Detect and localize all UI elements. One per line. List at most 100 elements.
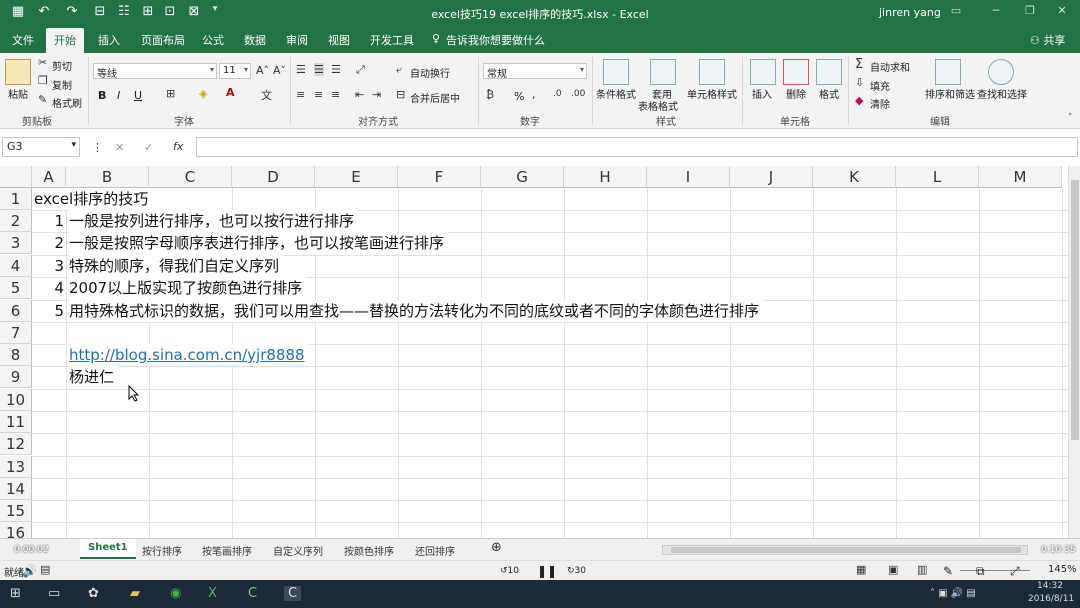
browser-icon[interactable]: ◉ bbox=[170, 586, 181, 601]
row-header[interactable]: 14 bbox=[0, 478, 32, 500]
zoom-level[interactable]: 145% bbox=[1048, 564, 1077, 575]
enter-icon[interactable]: ✓ bbox=[144, 141, 153, 154]
app-icon[interactable]: ✿ bbox=[88, 586, 99, 601]
currency-icon[interactable]: ₿ bbox=[486, 88, 494, 101]
fill-button[interactable]: 填充 bbox=[870, 78, 890, 93]
insert-cells-button[interactable]: 插入 bbox=[752, 86, 772, 101]
forward-button[interactable]: ↻30 bbox=[567, 566, 586, 576]
cell-a1[interactable]: excel排序的技巧 bbox=[34, 188, 153, 210]
italic-button[interactable]: I bbox=[117, 89, 120, 102]
sheet-tab[interactable]: 还回排序 bbox=[415, 543, 455, 558]
row-header[interactable]: 12 bbox=[0, 433, 32, 455]
format-cells-icon[interactable] bbox=[816, 59, 842, 85]
align-middle-icon[interactable]: ☰ bbox=[314, 63, 324, 76]
task-view-icon[interactable]: ▭ bbox=[48, 586, 60, 601]
add-sheet-icon[interactable]: ⊕ bbox=[491, 540, 502, 555]
conditional-format-button[interactable]: 条件格式 bbox=[596, 86, 636, 101]
phonetic-icon[interactable]: 文 bbox=[261, 87, 272, 103]
format-table-icon[interactable] bbox=[650, 59, 676, 85]
decrease-font-icon[interactable]: A˅ bbox=[273, 64, 286, 77]
tab-formulas[interactable]: 公式 bbox=[202, 32, 224, 48]
page-layout-view-icon[interactable]: ▣ bbox=[888, 563, 898, 576]
row-header[interactable]: 10 bbox=[0, 389, 32, 411]
autosum-button[interactable]: 自动求和 bbox=[870, 59, 910, 74]
row-header[interactable]: 5 bbox=[0, 277, 32, 299]
magnifier-icon[interactable] bbox=[988, 59, 1014, 85]
tab-page-layout[interactable]: 页面布局 bbox=[141, 32, 185, 48]
picture-in-picture-icon[interactable]: ⧉ bbox=[976, 564, 985, 579]
row-header[interactable]: 11 bbox=[0, 411, 32, 433]
close-icon[interactable]: ✕ bbox=[1052, 4, 1072, 17]
column-header[interactable]: I bbox=[647, 166, 730, 188]
column-header[interactable]: F bbox=[398, 166, 481, 188]
sheet-tab-sheet1[interactable]: Sheet1 bbox=[80, 539, 136, 559]
windows-start-icon[interactable]: ⊞ bbox=[10, 586, 21, 601]
percent-button[interactable]: % bbox=[514, 90, 524, 103]
underline-button[interactable]: U bbox=[134, 89, 142, 102]
macro-record-icon[interactable]: ▤ bbox=[40, 563, 50, 576]
column-header[interactable]: B bbox=[66, 166, 149, 188]
conditional-format-icon[interactable] bbox=[603, 59, 629, 85]
tab-developer[interactable]: 开发工具 bbox=[370, 32, 414, 48]
copy-button[interactable]: 复制 bbox=[52, 77, 72, 92]
align-center-icon[interactable]: ≡ bbox=[314, 88, 323, 101]
cell-b2[interactable]: 一般是按列进行排序，也可以按行进行排序 bbox=[69, 210, 359, 232]
row-header[interactable]: 3 bbox=[0, 232, 32, 254]
sort-filter-button[interactable]: 排序和筛选 bbox=[925, 86, 975, 101]
cell-a5[interactable]: 4 bbox=[34, 277, 64, 299]
decrease-decimal-icon[interactable]: .00 bbox=[571, 89, 585, 99]
sort-filter-icon[interactable] bbox=[935, 59, 961, 85]
maximize-icon[interactable]: ❐ bbox=[1020, 4, 1040, 17]
fullscreen-icon[interactable]: ⤢ bbox=[1010, 564, 1020, 579]
collapse-ribbon-icon[interactable]: ˄ bbox=[1068, 113, 1073, 123]
column-header[interactable]: J bbox=[730, 166, 813, 188]
pen-icon[interactable]: ✎ bbox=[943, 564, 953, 578]
row-header[interactable]: 6 bbox=[0, 300, 32, 322]
align-left-icon[interactable]: ≡ bbox=[296, 88, 305, 101]
cell-b6[interactable]: 用特殊格式标识的数据，我们可以用查找——替换的方法转化为不同的底纹或者不同的字体… bbox=[69, 300, 764, 322]
cell-styles-icon[interactable] bbox=[699, 59, 725, 85]
font-color-icon[interactable]: A bbox=[226, 86, 235, 99]
paste-icon[interactable] bbox=[5, 59, 31, 85]
borders-icon[interactable]: ⊞ bbox=[166, 87, 175, 100]
page-break-view-icon[interactable]: ▥ bbox=[917, 563, 927, 576]
camtasia-recorder-icon[interactable]: C bbox=[284, 586, 302, 601]
column-header[interactable]: H bbox=[564, 166, 647, 188]
increase-indent-icon[interactable]: ⇥ bbox=[372, 88, 381, 101]
insert-function-icon[interactable]: fx bbox=[173, 140, 183, 153]
column-header[interactable]: A bbox=[32, 166, 66, 188]
number-format-combo[interactable]: 常规 ▾ bbox=[483, 63, 587, 80]
cell-a4[interactable]: 3 bbox=[34, 255, 64, 277]
column-header[interactable]: G bbox=[481, 166, 564, 188]
sheet-tab[interactable]: 按笔画排序 bbox=[202, 543, 252, 558]
wrap-text-button[interactable]: 自动换行 bbox=[410, 65, 450, 80]
vertical-scrollbar[interactable] bbox=[1068, 166, 1080, 538]
comma-style-icon[interactable]: , bbox=[532, 88, 536, 101]
select-all-corner[interactable] bbox=[0, 166, 32, 188]
align-top-icon[interactable]: ☰ bbox=[296, 63, 306, 76]
increase-decimal-icon[interactable]: .0 bbox=[553, 89, 562, 99]
rewind-button[interactable]: ↺10 bbox=[500, 566, 519, 576]
sheet-tab[interactable]: 自定义序列 bbox=[273, 543, 323, 558]
bold-button[interactable]: B bbox=[98, 89, 106, 102]
cell-b5[interactable]: 2007以上版实现了按颜色进行排序 bbox=[69, 277, 307, 299]
normal-view-icon[interactable]: ▦ bbox=[856, 563, 866, 576]
column-header[interactable]: C bbox=[149, 166, 232, 188]
align-bottom-icon[interactable]: ☰ bbox=[331, 63, 341, 76]
orientation-icon[interactable]: ⤢ bbox=[356, 63, 365, 77]
ribbon-display-icon[interactable]: ▭ bbox=[946, 4, 966, 17]
delete-cells-button[interactable]: 删除 bbox=[786, 86, 806, 101]
name-box[interactable]: G3 ▾ bbox=[2, 137, 80, 157]
delete-cells-icon[interactable] bbox=[783, 59, 809, 85]
column-header[interactable]: E bbox=[315, 166, 398, 188]
row-header[interactable]: 7 bbox=[0, 322, 32, 344]
row-header[interactable]: 8 bbox=[0, 344, 32, 366]
cell-styles-button[interactable]: 单元格样式 bbox=[687, 86, 737, 101]
cell-b9[interactable]: 杨进仁 bbox=[69, 366, 119, 388]
scrollbar-thumb[interactable] bbox=[671, 547, 1021, 553]
column-header[interactable]: L bbox=[896, 166, 979, 188]
column-header[interactable]: M bbox=[979, 166, 1062, 188]
cut-button[interactable]: 剪切 bbox=[52, 58, 72, 73]
excel-taskbar-icon[interactable]: X bbox=[208, 586, 217, 601]
share-button[interactable]: ⚇ 共享 bbox=[1030, 32, 1065, 48]
